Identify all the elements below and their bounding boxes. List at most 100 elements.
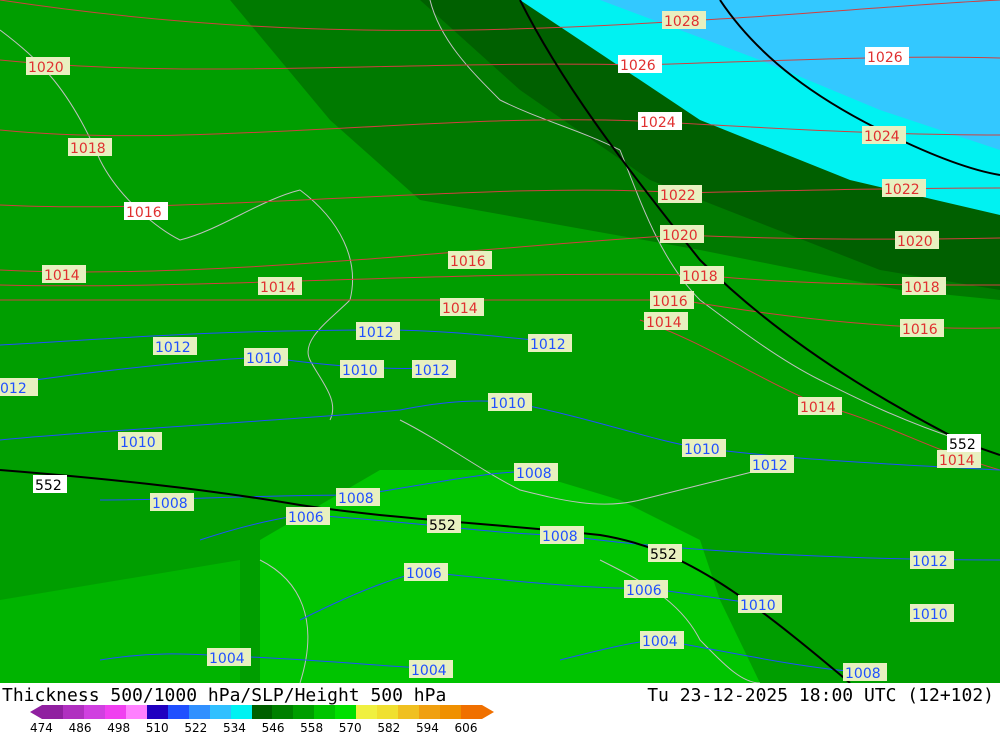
pressure-label: 1008: [336, 488, 380, 507]
map-datetime: Tu 23-12-2025 18:00 UTC (12+102): [647, 685, 994, 706]
height-label: 552: [427, 515, 461, 534]
pressure-label: 1012: [750, 455, 794, 474]
svg-text:012: 012: [0, 381, 27, 397]
pressure-label: 1008: [843, 663, 887, 682]
pressure-label: 1004: [409, 660, 453, 679]
legend-swatch: [42, 705, 64, 719]
svg-text:1008: 1008: [516, 466, 552, 482]
color-legend: 474 486 498 510 522 534 546 558 570 582 594 606: [30, 705, 494, 735]
pressure-label: 1008: [540, 526, 584, 545]
pressure-label: 1006: [404, 563, 448, 582]
pressure-label: 1014: [440, 298, 484, 317]
pressure-label: 1016: [448, 251, 492, 270]
svg-text:1012: 1012: [414, 363, 450, 379]
svg-text:1018: 1018: [70, 141, 106, 157]
map-title: Thickness 500/1000 hPa/SLP/Height 500 hP…: [2, 685, 447, 706]
svg-text:1014: 1014: [442, 301, 478, 317]
svg-text:1010: 1010: [490, 396, 526, 412]
svg-text:1010: 1010: [912, 607, 948, 623]
pressure-label: 1026: [618, 55, 662, 74]
pressure-label: 1014: [42, 265, 86, 284]
svg-text:1008: 1008: [338, 491, 374, 507]
pressure-label: 1014: [644, 312, 688, 331]
footer: Thickness 500/1000 hPa/SLP/Height 500 hP…: [0, 683, 1000, 735]
svg-text:552: 552: [35, 478, 62, 494]
svg-text:1006: 1006: [288, 510, 324, 526]
pressure-label: 1012: [153, 337, 197, 356]
svg-text:1022: 1022: [884, 182, 920, 198]
legend-swatch: [146, 705, 169, 719]
legend-swatch: [272, 705, 294, 719]
pressure-label: 1004: [640, 631, 684, 650]
pressure-label: 1022: [658, 185, 702, 204]
pressure-label: 1010: [244, 348, 288, 367]
legend-swatch: [398, 705, 420, 719]
weather-map: 1028 1026 1026 1024 1024 1022 1022 1020 …: [0, 0, 1000, 683]
svg-text:552: 552: [429, 518, 456, 534]
pressure-label: 1012: [910, 551, 954, 570]
svg-text:1022: 1022: [660, 188, 696, 204]
svg-text:1014: 1014: [260, 280, 296, 296]
height-label: 552: [648, 544, 682, 563]
pressure-label: 1012: [356, 322, 400, 341]
pressure-label: 1010: [910, 604, 954, 623]
pressure-label: 1018: [680, 266, 724, 285]
svg-text:1014: 1014: [646, 315, 682, 331]
legend-swatch: [230, 705, 252, 719]
svg-text:1010: 1010: [684, 442, 720, 458]
svg-text:1020: 1020: [662, 228, 698, 244]
legend-swatch: [335, 705, 357, 719]
svg-text:1014: 1014: [800, 400, 836, 416]
pressure-label: 1018: [68, 138, 112, 157]
svg-text:1008: 1008: [845, 666, 881, 682]
svg-text:1006: 1006: [626, 583, 662, 599]
legend-swatch: [167, 705, 190, 719]
legend-swatch: [461, 705, 483, 719]
pressure-label: 1028: [662, 11, 706, 30]
pressure-label: 1018: [902, 277, 946, 296]
legend-swatch: [419, 705, 441, 719]
pressure-label: 1012: [412, 360, 456, 379]
svg-text:1016: 1016: [126, 205, 162, 221]
svg-text:1008: 1008: [542, 529, 578, 545]
pressure-label: 1016: [900, 319, 944, 338]
legend-swatch: [209, 705, 232, 719]
svg-text:1016: 1016: [902, 322, 938, 338]
pressure-label: 1010: [738, 595, 782, 614]
svg-text:1028: 1028: [664, 14, 700, 30]
pressure-label: 1010: [488, 393, 532, 412]
svg-text:1014: 1014: [44, 268, 80, 284]
legend-swatch: [314, 705, 336, 719]
svg-text:1012: 1012: [912, 554, 948, 570]
pressure-label: 1014: [798, 397, 842, 416]
svg-text:552: 552: [650, 547, 677, 563]
legend-swatch: [62, 705, 85, 719]
svg-text:1016: 1016: [652, 294, 688, 310]
legend-swatch: [125, 705, 148, 719]
legend-swatch: [293, 705, 315, 719]
legend-swatch: [377, 705, 399, 719]
pressure-label: 012: [0, 378, 38, 397]
pressure-label: 1016: [124, 202, 168, 221]
pressure-label: 1008: [514, 463, 558, 482]
svg-text:1012: 1012: [358, 325, 394, 341]
pressure-label: 1020: [895, 231, 939, 250]
svg-text:1020: 1020: [897, 234, 933, 250]
svg-text:1024: 1024: [640, 115, 676, 131]
pressure-label: 1010: [118, 432, 162, 451]
legend-swatch: [440, 705, 462, 719]
svg-text:1018: 1018: [904, 280, 940, 296]
pressure-label: 1024: [638, 112, 682, 131]
pressure-label: 1022: [882, 179, 926, 198]
svg-text:1014: 1014: [939, 453, 975, 469]
pressure-label: 1006: [286, 507, 330, 526]
svg-text:1016: 1016: [450, 254, 486, 270]
pressure-label: 1020: [660, 225, 704, 244]
pressure-label: 1008: [150, 493, 194, 512]
legend-swatch: [356, 705, 378, 719]
pressure-label: 1014: [258, 277, 302, 296]
pressure-label: 1006: [624, 580, 668, 599]
svg-text:1012: 1012: [155, 340, 191, 356]
legend-arrow-right: [482, 705, 494, 719]
pressure-label: 1026: [865, 47, 909, 66]
